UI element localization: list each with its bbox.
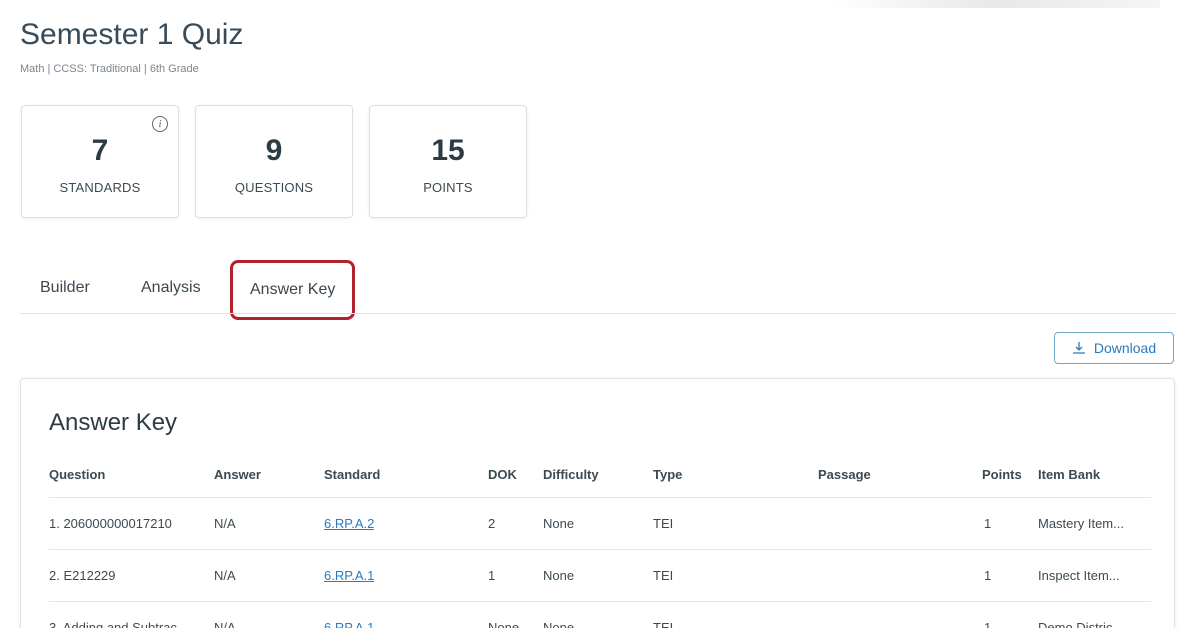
points-cell: 1 (984, 620, 992, 628)
table-row: 1. 206000000017210 N/A 6.RP.A.2 2 None T… (49, 498, 1151, 550)
answer-cell: N/A (214, 620, 236, 628)
table-header-row: Question Answer Standard DOK Difficulty … (49, 452, 1151, 498)
column-header[interactable]: Passage (818, 452, 871, 497)
item-bank-cell: Inspect Item... (1038, 568, 1120, 583)
question-cell: 2. E212229 (49, 568, 116, 583)
question-cell: 1. 206000000017210 (49, 516, 172, 531)
column-header[interactable]: Standard (324, 452, 380, 497)
points-cell: 1 (984, 568, 992, 583)
download-button[interactable]: Download (1054, 332, 1174, 364)
stat-label: QUESTIONS (234, 180, 314, 195)
column-header[interactable]: Answer (214, 452, 261, 497)
tab-analysis[interactable]: Analysis (141, 260, 201, 316)
answer-cell: N/A (214, 568, 236, 583)
standard-link[interactable]: 6.RP.A.1 (324, 550, 374, 601)
stat-card-points: 15 POINTS (369, 105, 527, 218)
points-cell: 1 (984, 516, 992, 531)
stat-label: STANDARDS (59, 180, 141, 195)
stat-value: 15 (431, 134, 465, 167)
answer-cell: N/A (214, 516, 236, 531)
type-cell: TEI (653, 620, 674, 628)
stat-value: 7 (91, 134, 109, 167)
table-row: 3. Adding and Subtrac N/A 6.RP.A.1 None … (49, 602, 1151, 628)
column-header[interactable]: Item Bank (1038, 452, 1100, 497)
answer-key-panel: Answer Key Question Answer Standard DOK … (20, 378, 1175, 628)
column-header[interactable]: Type (653, 452, 682, 497)
top-bar-fragment (830, 0, 1160, 8)
item-bank-cell: Mastery Item... (1038, 516, 1124, 531)
column-header[interactable]: Question (49, 452, 105, 497)
answer-key-title: Answer Key (49, 409, 178, 436)
stat-card-questions: 9 QUESTIONS (195, 105, 353, 218)
standard-link[interactable]: 6.RP.A.2 (324, 498, 374, 549)
stat-card-standards: i 7 STANDARDS (21, 105, 179, 218)
dok-cell: 2 (488, 516, 496, 531)
dok-cell: None (488, 620, 520, 628)
page-subtitle: Math | CCSS: Traditional | 6th Grade (20, 63, 199, 75)
page: Semester 1 Quiz Math | CCSS: Traditional… (0, 0, 1196, 628)
info-icon[interactable]: i (152, 116, 168, 132)
difficulty-cell: None (543, 620, 575, 628)
question-cell: 3. Adding and Subtrac (49, 620, 177, 628)
tab-answer-key[interactable]: Answer Key (230, 260, 356, 320)
type-cell: TEI (653, 516, 674, 531)
column-header[interactable]: Points (982, 452, 1022, 497)
download-label: Download (1093, 340, 1157, 356)
column-header[interactable]: DOK (488, 452, 517, 497)
standard-link[interactable]: 6.RP.A.1 (324, 602, 374, 628)
dok-cell: 1 (488, 568, 496, 583)
download-icon (1072, 342, 1085, 354)
tab-divider (20, 313, 1176, 314)
tab-bar: Builder Analysis Answer Key (20, 260, 1176, 320)
stat-value: 9 (265, 134, 283, 167)
item-bank-cell: Demo Distric (1038, 620, 1113, 628)
difficulty-cell: None (543, 516, 575, 531)
stat-label: POINTS (423, 180, 473, 195)
table-row: 2. E212229 N/A 6.RP.A.1 1 None TEI 1 Ins… (49, 550, 1151, 602)
difficulty-cell: None (543, 568, 575, 583)
type-cell: TEI (653, 568, 674, 583)
column-header[interactable]: Difficulty (543, 452, 599, 497)
tab-builder[interactable]: Builder (40, 260, 90, 316)
page-title: Semester 1 Quiz (20, 18, 244, 51)
